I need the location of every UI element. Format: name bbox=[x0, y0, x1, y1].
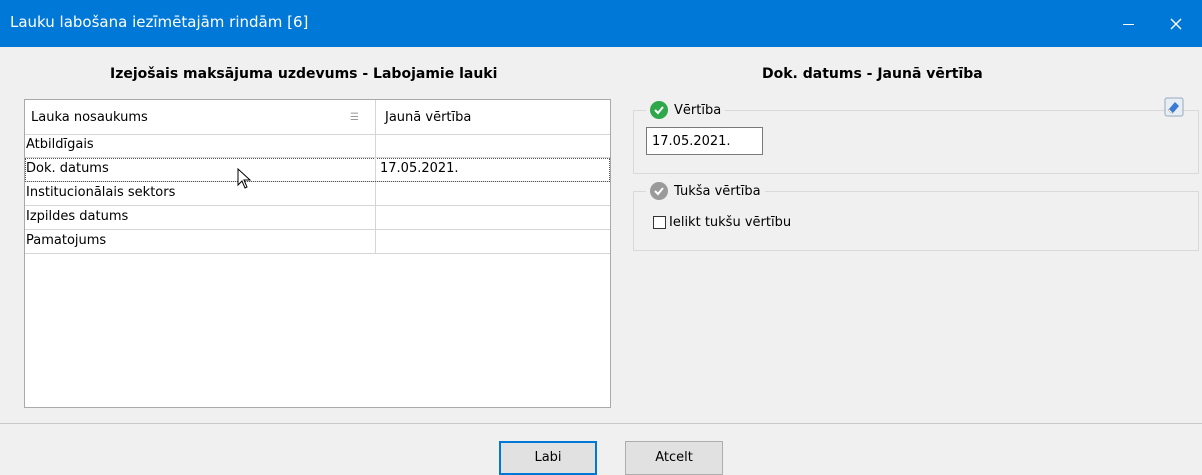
left-panel-title: Izejošais maksājuma uzdevums - Labojamie… bbox=[110, 66, 498, 82]
eraser-icon[interactable] bbox=[1164, 97, 1184, 117]
table-row[interactable]: Institucionālais sektors bbox=[25, 182, 610, 206]
cancel-button[interactable]: Atcelt bbox=[625, 441, 723, 475]
check-circle-icon bbox=[650, 101, 668, 119]
value-input[interactable] bbox=[646, 127, 763, 155]
value-group-label: Vērtība bbox=[674, 102, 722, 118]
window-title: Lauku labošana iezīmētajām rindām [6] bbox=[10, 13, 309, 31]
empty-group-label: Tukša vērtība bbox=[674, 183, 761, 199]
column-header-field-name[interactable]: Lauka nosaukums ☰ bbox=[25, 100, 376, 134]
close-button[interactable] bbox=[1158, 4, 1194, 44]
row-new-value[interactable]: 17.05.2021. bbox=[380, 158, 459, 181]
right-panel-title: Dok. datums - Jaunā vērtība bbox=[762, 66, 983, 82]
row-field-name: Pamatojums bbox=[25, 230, 376, 253]
row-field-name: Izpildes datums bbox=[25, 206, 376, 229]
mouse-cursor-icon bbox=[237, 168, 252, 189]
table-row[interactable]: Atbildīgais bbox=[25, 134, 610, 158]
ok-button[interactable]: Labi bbox=[499, 441, 597, 475]
minimize-button[interactable] bbox=[1110, 4, 1146, 44]
checkbox-box[interactable] bbox=[653, 216, 666, 229]
row-field-name: Institucionālais sektors bbox=[25, 182, 376, 205]
empty-value-checkbox[interactable]: Ielikt tukšu vērtību bbox=[653, 215, 791, 230]
footer-bar bbox=[0, 423, 1202, 469]
table-row[interactable]: Dok. datums 17.05.2021. bbox=[25, 158, 610, 182]
table-row[interactable]: Pamatojums bbox=[25, 230, 610, 254]
minimize-icon bbox=[1122, 23, 1134, 25]
grid-header: Lauka nosaukums ☰ Jaunā vērtība bbox=[25, 100, 610, 135]
title-bar: Lauku labošana iezīmētajām rindām [6] bbox=[0, 0, 1202, 47]
row-field-name: Dok. datums bbox=[25, 158, 376, 181]
check-circle-icon bbox=[650, 182, 668, 200]
checkbox-label: Ielikt tukšu vērtību bbox=[669, 215, 792, 230]
row-field-name: Atbildīgais bbox=[25, 134, 376, 157]
table-row[interactable]: Izpildes datums bbox=[25, 206, 610, 230]
sort-icon: ☰ bbox=[350, 112, 359, 123]
fields-grid[interactable]: Lauka nosaukums ☰ Jaunā vērtība Atbildīg… bbox=[24, 99, 611, 408]
close-icon bbox=[1170, 18, 1182, 30]
